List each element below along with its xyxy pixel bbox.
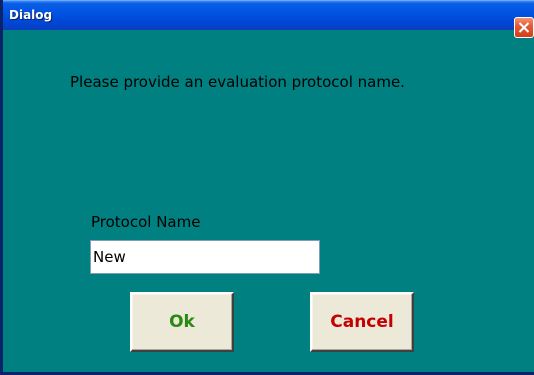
- prompt-text: Please provide an evaluation protocol na…: [70, 73, 405, 91]
- protocol-name-label: Protocol Name: [91, 213, 201, 231]
- protocol-name-input[interactable]: [90, 240, 320, 274]
- close-button[interactable]: [514, 17, 534, 38]
- window-title: Dialog: [9, 8, 53, 22]
- ok-button[interactable]: Ok: [130, 292, 234, 352]
- cancel-button[interactable]: Cancel: [310, 292, 414, 352]
- dialog-window: Dialog Please provide an evaluation prot…: [0, 0, 534, 375]
- close-icon: [518, 22, 530, 33]
- title-bar[interactable]: Dialog: [3, 0, 534, 30]
